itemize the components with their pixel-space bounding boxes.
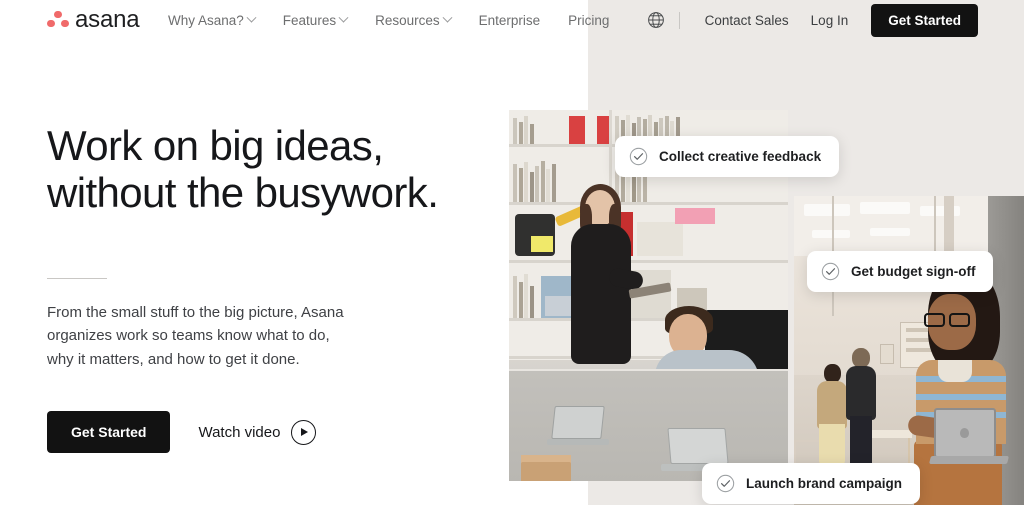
- nav-label: Features: [282, 12, 337, 28]
- task-card-label: Launch brand campaign: [746, 476, 903, 491]
- divider-rule: [47, 278, 107, 280]
- task-card-get-budget-sign-off[interactable]: Get budget sign-off: [807, 251, 994, 292]
- task-card-label: Get budget sign-off: [851, 264, 976, 279]
- login-link[interactable]: Log In: [800, 13, 860, 28]
- logo-wordmark: asana: [75, 6, 140, 33]
- task-card-collect-creative-feedback[interactable]: Collect creative feedback: [615, 136, 840, 177]
- chevron-down-icon: [246, 12, 257, 23]
- photo-studio-woman: [794, 196, 1024, 505]
- nav-label: Pricing: [568, 12, 610, 28]
- play-circle-icon: [291, 419, 317, 445]
- hero-get-started-button[interactable]: Get Started: [47, 411, 171, 454]
- nav-label: Resources: [375, 12, 440, 28]
- globe-icon[interactable]: [647, 11, 665, 29]
- cardboard-box: [521, 462, 571, 481]
- header-divider: [678, 11, 680, 29]
- person-foreground: [902, 268, 1024, 505]
- task-card-label: Collect creative feedback: [659, 149, 822, 164]
- laptop-left: [547, 406, 609, 448]
- page-title: Work on big ideas, without the busywork.: [47, 122, 477, 216]
- landing-page: asana Why Asana? Features Resources Ente…: [0, 0, 1024, 505]
- asana-dots-logo-icon: [47, 10, 69, 30]
- chevron-down-icon: [442, 12, 453, 23]
- headline-line-2: without the busywork.: [47, 169, 439, 217]
- headline-line-1: Work on big ideas,: [47, 122, 384, 169]
- check-circle-icon: [716, 474, 735, 493]
- laptop-held: [929, 408, 1009, 468]
- nav-item-why-asana[interactable]: Why Asana?: [168, 12, 269, 28]
- nav-label: Why Asana?: [168, 12, 244, 28]
- person-background-2: [846, 348, 876, 470]
- check-circle-icon: [629, 147, 648, 166]
- nav-item-enterprise[interactable]: Enterprise: [465, 13, 555, 28]
- person-background-1: [816, 364, 847, 468]
- nav-label: Enterprise: [478, 12, 541, 28]
- nav-item-features[interactable]: Features: [269, 12, 361, 28]
- header-get-started-button[interactable]: Get Started: [871, 3, 978, 37]
- site-header: asana Why Asana? Features Resources Ente…: [0, 0, 1024, 40]
- hero-content: Work on big ideas, without the busywork.…: [47, 122, 477, 454]
- watch-video-label: Watch video: [198, 423, 281, 441]
- hero-paragraph: From the small stuff to the big picture,…: [47, 304, 344, 368]
- task-card-launch-brand-campaign[interactable]: Launch brand campaign: [702, 463, 921, 504]
- nav-item-resources[interactable]: Resources: [361, 12, 465, 28]
- chevron-down-icon: [338, 12, 349, 23]
- nav-item-pricing[interactable]: Pricing: [554, 13, 623, 28]
- contact-sales-link[interactable]: Contact Sales: [694, 13, 800, 28]
- watch-video-button[interactable]: Watch video: [198, 419, 317, 445]
- primary-navigation: Why Asana? Features Resources Enterprise…: [168, 0, 623, 40]
- check-circle-icon: [821, 262, 840, 281]
- cta-row: Get Started Watch video: [47, 411, 477, 454]
- asana-logo[interactable]: asana: [47, 6, 140, 33]
- header-actions: Contact Sales Log In Get Started: [647, 0, 978, 40]
